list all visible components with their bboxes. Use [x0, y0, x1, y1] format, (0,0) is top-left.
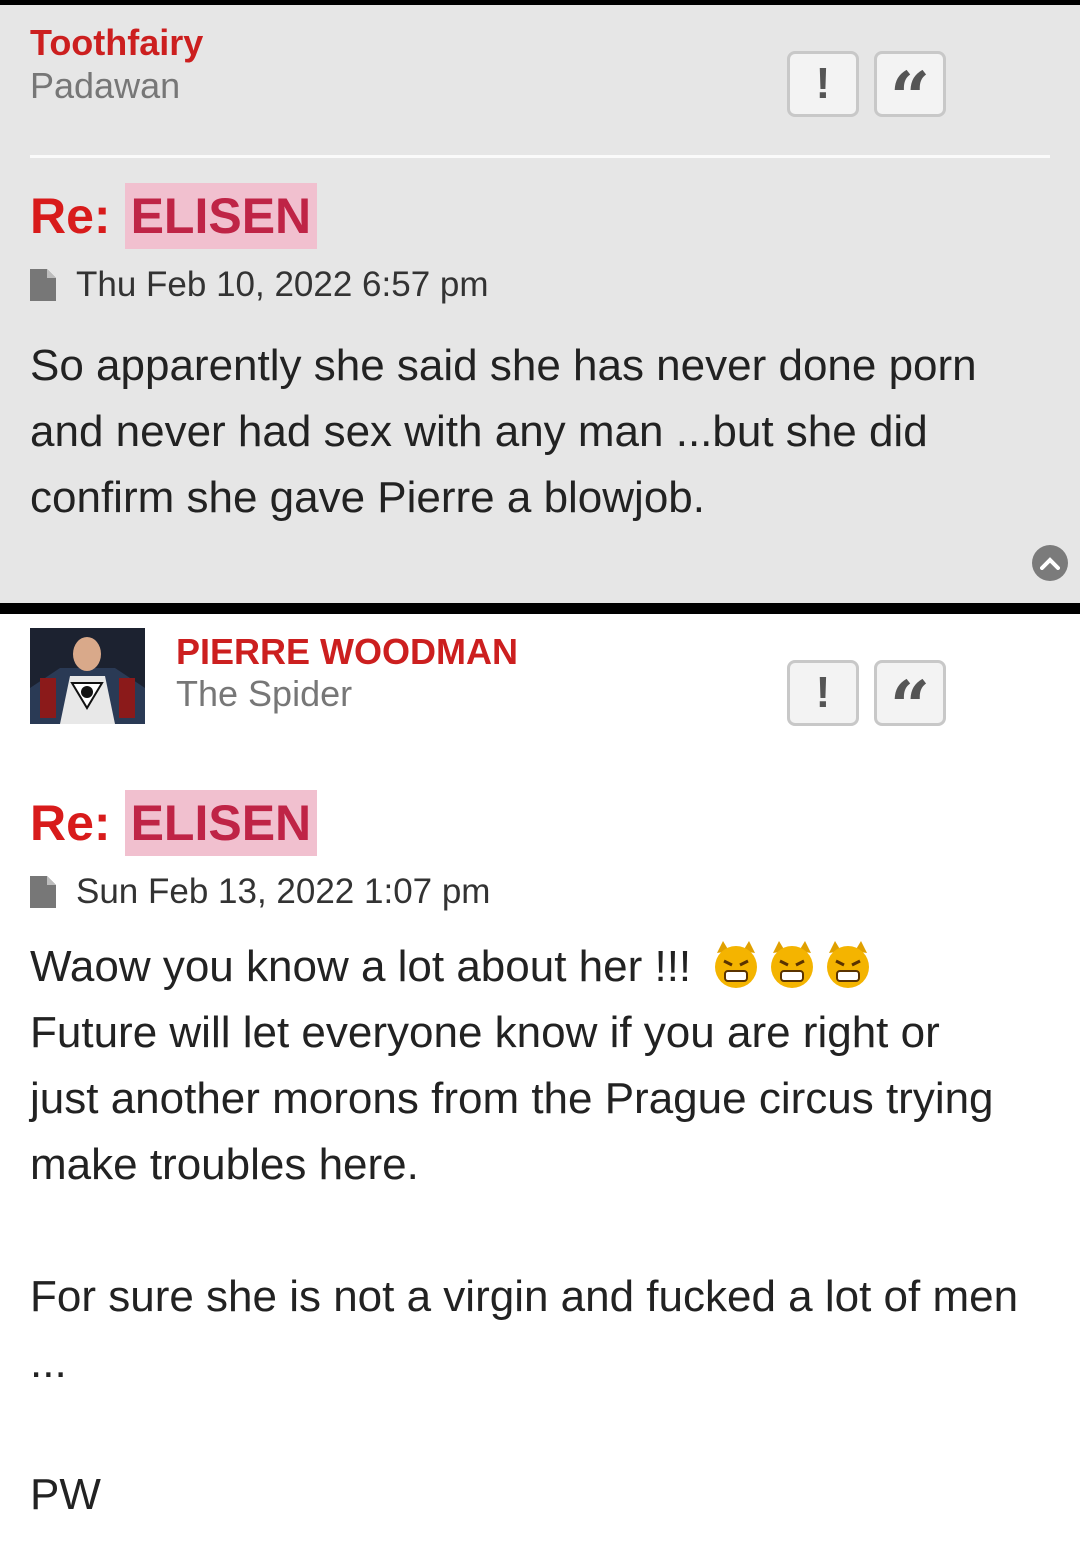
title-highlight: ELISEN — [124, 183, 318, 249]
quote-button[interactable]: “ — [874, 51, 946, 139]
divider — [30, 155, 1050, 158]
quote-button[interactable]: “ — [874, 660, 946, 748]
document-icon — [30, 876, 56, 908]
post-text: Waow you know a lot about her !!! — [30, 942, 692, 991]
quote-icon: “ — [889, 55, 931, 139]
post-title[interactable]: Re: ELISEN — [30, 183, 1050, 249]
post-date-text: Sun Feb 13, 2022 1:07 pm — [76, 872, 491, 911]
post-date: Thu Feb 10, 2022 6:57 pm — [30, 263, 1050, 307]
document-icon — [30, 269, 56, 301]
quote-icon: “ — [889, 664, 931, 748]
post-text: So apparently she said she has never don… — [30, 341, 977, 522]
devil-grin-emoji — [827, 941, 870, 988]
post-date: Sun Feb 13, 2022 1:07 pm — [30, 870, 1050, 914]
post-text: Future will let everyone know if you are… — [30, 1008, 994, 1189]
report-button[interactable]: ! — [787, 51, 859, 117]
avatar-image — [30, 628, 145, 724]
post-date-text: Thu Feb 10, 2022 6:57 pm — [76, 265, 489, 304]
post-signature: PW — [30, 1470, 101, 1519]
exclamation-icon: ! — [815, 59, 831, 108]
author-name[interactable]: PIERRE WOODMAN — [176, 631, 518, 673]
post-text-line: Waow you know a lot about her !!! — [30, 934, 1020, 1000]
post-text: For sure she is not a virgin and fucked … — [30, 1272, 1019, 1387]
report-button[interactable]: ! — [787, 660, 859, 726]
devil-grin-emoji — [715, 941, 758, 988]
post-author-row: Toothfairy Padawan ! “ — [30, 5, 1050, 155]
post-body: So apparently she said she has never don… — [30, 333, 1050, 531]
post-title[interactable]: Re: ELISEN — [30, 790, 1050, 856]
author-rank: Padawan — [30, 65, 181, 106]
post-author-row: PIERRE WOODMAN The Spider ! “ — [30, 614, 1050, 784]
back-to-top-button[interactable] — [1032, 545, 1068, 581]
exclamation-icon: ! — [815, 668, 831, 717]
avatar[interactable] — [30, 628, 145, 724]
chevron-up-icon — [1040, 557, 1060, 570]
title-prefix: Re: — [30, 188, 111, 244]
devil-grin-emoji — [771, 941, 814, 988]
post-body: Waow you know a lot about her !!! Future… — [30, 934, 1050, 1528]
post-pierre-woodman: PIERRE WOODMAN The Spider ! “ Re: ELISEN… — [0, 614, 1080, 1528]
post-separator — [0, 603, 1080, 614]
post-toothfairy: Toothfairy Padawan ! “ Re: ELISEN Thu Fe… — [0, 0, 1080, 603]
title-prefix: Re: — [30, 795, 111, 851]
author-name[interactable]: Toothfairy — [30, 22, 203, 64]
author-rank: The Spider — [176, 673, 353, 714]
title-highlight: ELISEN — [124, 790, 318, 856]
